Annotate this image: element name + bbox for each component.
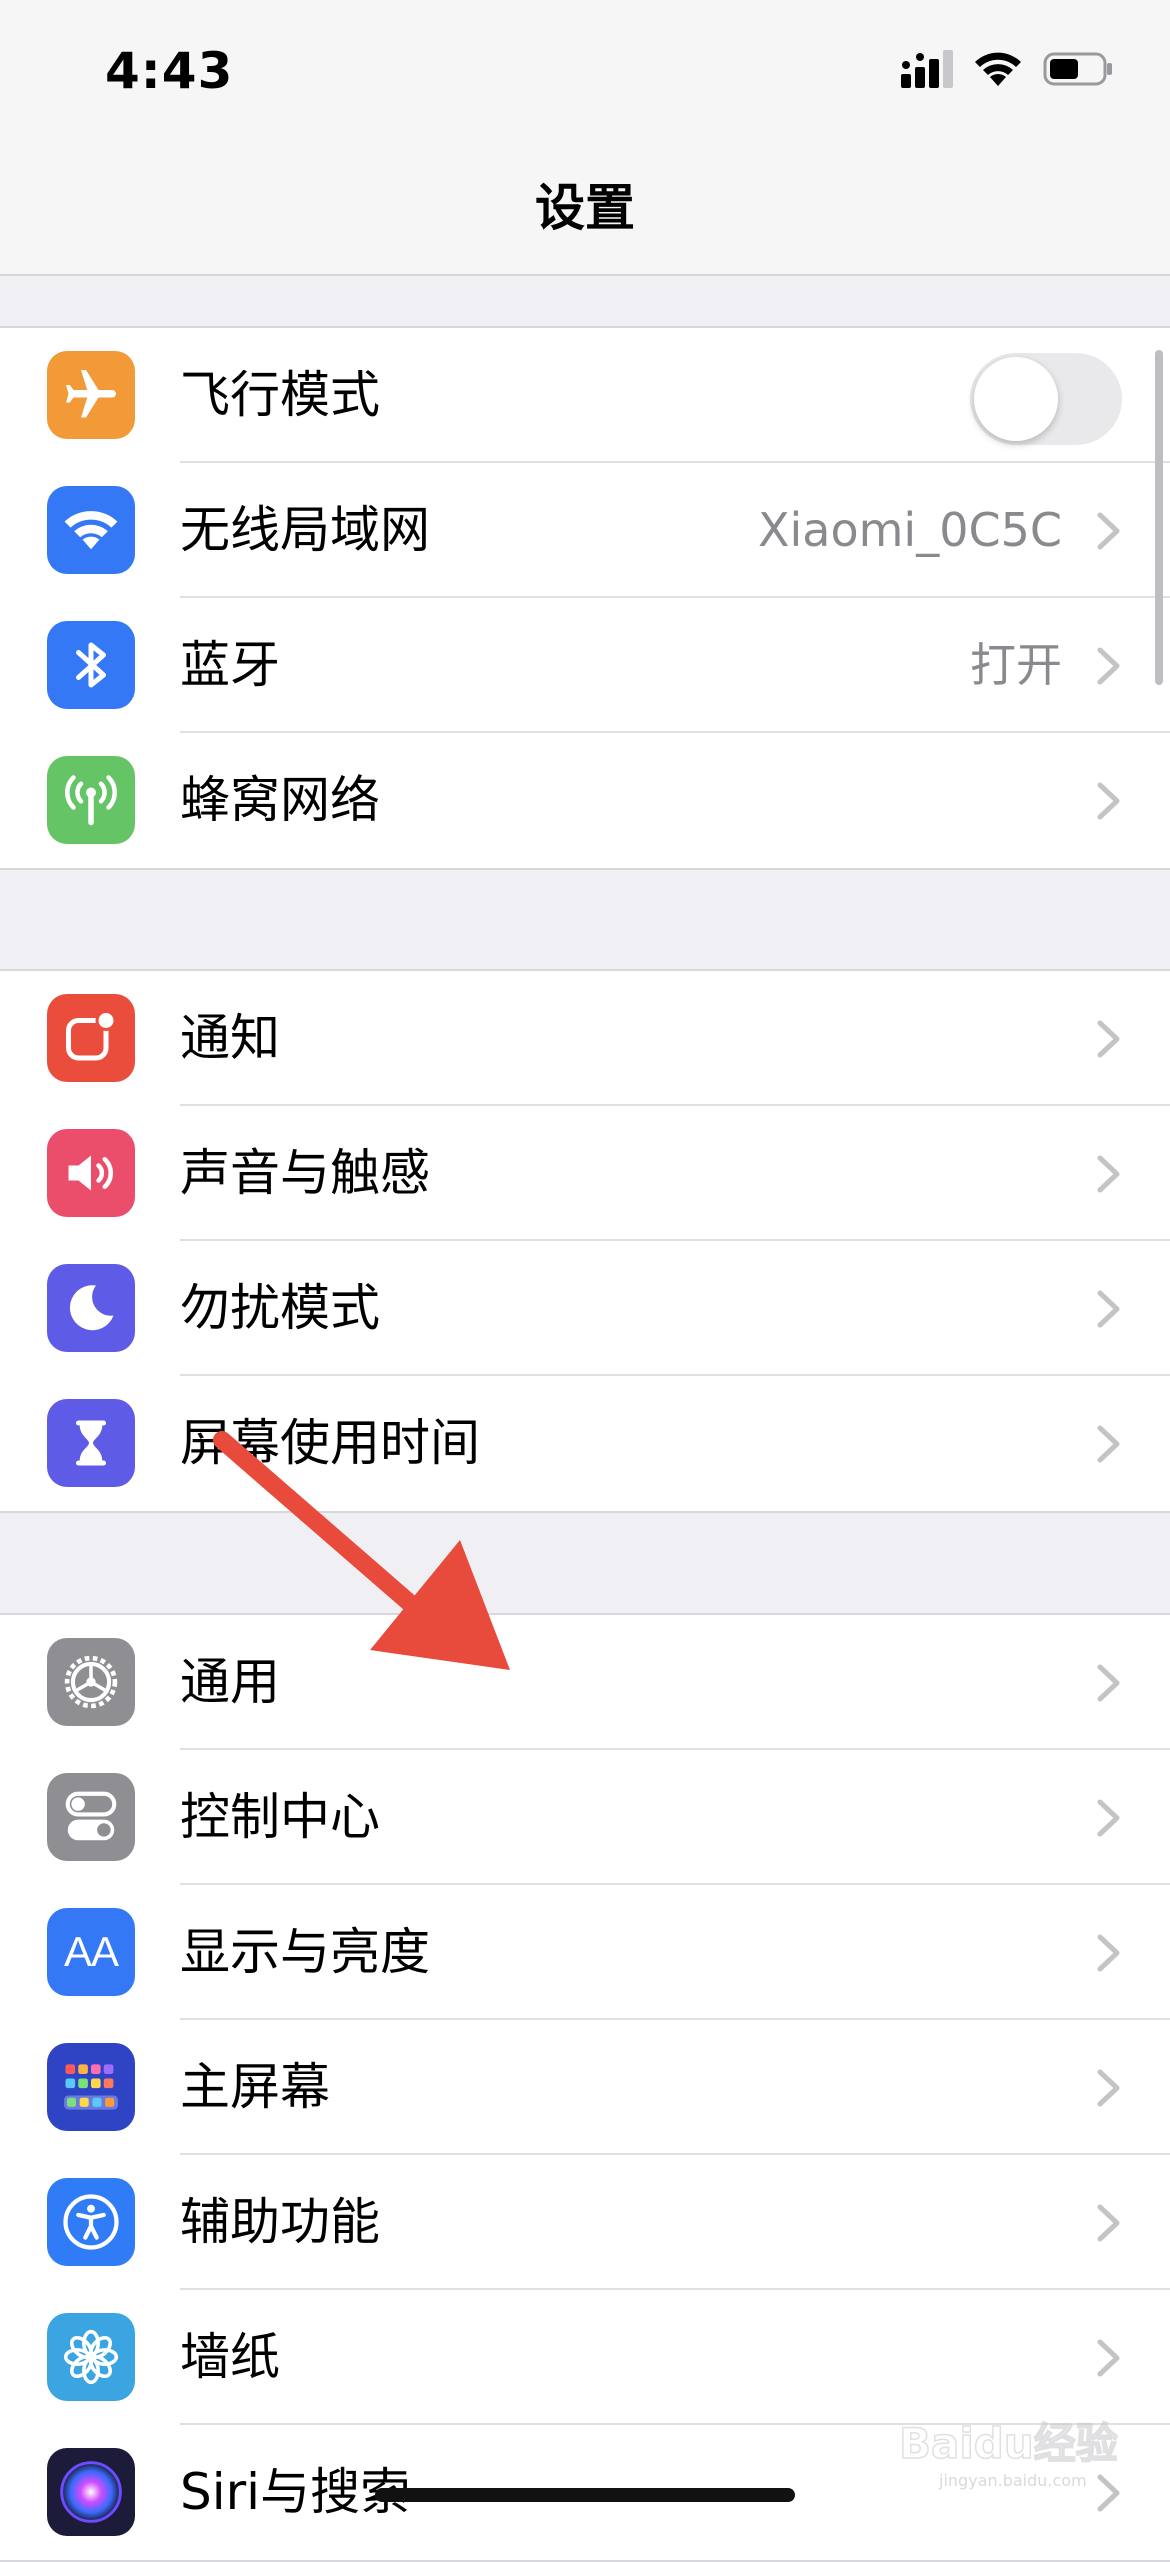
wifi-icon <box>47 486 135 574</box>
wifi-network-name: Xiaomi_0C5C <box>758 503 1062 557</box>
settings-row-wallpaper[interactable]: 墙纸 <box>0 2290 1170 2425</box>
speaker-icon <box>47 1129 135 1217</box>
settings-row-do-not-disturb[interactable]: 勿扰模式 <box>0 1241 1170 1376</box>
gear-icon <box>47 1638 135 1726</box>
row-label: 蓝牙 <box>180 636 280 694</box>
cellular-signal-icon <box>901 50 953 88</box>
hourglass-icon <box>47 1399 135 1487</box>
status-time: 4:43 <box>105 42 234 100</box>
chevron-right-icon <box>1097 1020 1120 1058</box>
page-title: 设置 <box>535 179 635 237</box>
notifications-icon <box>47 994 135 1082</box>
flower-icon <box>47 2313 135 2401</box>
row-label: 显示与亮度 <box>180 1923 430 1981</box>
row-label: 声音与触感 <box>180 1144 430 1202</box>
baidu-watermark: Baidu经验 jingyan.baidu.com <box>898 2418 1118 2490</box>
bluetooth-status: 打开 <box>970 638 1062 692</box>
chevron-right-icon <box>1097 1425 1120 1463</box>
settings-row-sounds-haptics[interactable]: 声音与触感 <box>0 1106 1170 1241</box>
home-screen-icon <box>47 2043 135 2131</box>
row-label: 勿扰模式 <box>180 1279 380 1337</box>
row-label: 主屏幕 <box>180 2058 330 2116</box>
settings-row-control-center[interactable]: 控制中心 <box>0 1750 1170 1885</box>
chevron-right-icon <box>1097 1155 1120 1193</box>
settings-row-screen-time[interactable]: 屏幕使用时间 <box>0 1376 1170 1511</box>
bluetooth-icon <box>47 621 135 709</box>
accessibility-icon <box>47 2178 135 2266</box>
settings-row-notifications[interactable]: 通知 <box>0 971 1170 1106</box>
status-icons <box>901 50 1115 88</box>
chevron-right-icon <box>1097 1934 1120 1972</box>
row-label: 通用 <box>180 1653 280 1711</box>
settings-group-notifications: 通知 声音与触感 勿扰模式 屏幕使用时间 <box>0 969 1170 1513</box>
chevron-right-icon <box>1097 2069 1120 2107</box>
row-label: 辅助功能 <box>180 2193 380 2251</box>
status-bar: 4:43 <box>0 0 1170 140</box>
text-size-glyph: AA <box>63 1928 119 1975</box>
settings-row-home-screen[interactable]: 主屏幕 <box>0 2020 1170 2155</box>
airplane-icon <box>47 351 135 439</box>
chevron-right-icon <box>1097 2339 1120 2377</box>
navigation-bar: 设置 <box>0 140 1170 276</box>
moon-icon <box>47 1264 135 1352</box>
settings-row-display-brightness[interactable]: AA 显示与亮度 <box>0 1885 1170 2020</box>
home-indicator[interactable] <box>375 2488 795 2502</box>
chevron-right-icon <box>1097 1799 1120 1837</box>
row-label: 飞行模式 <box>180 366 380 424</box>
scroll-indicator[interactable] <box>1155 350 1163 685</box>
chevron-right-icon <box>1097 512 1120 550</box>
chevron-right-icon <box>1097 1290 1120 1328</box>
wifi-status-icon <box>975 52 1021 86</box>
cellular-antenna-icon <box>47 756 135 844</box>
text-size-icon: AA <box>47 1908 135 1996</box>
siri-icon <box>47 2448 135 2536</box>
battery-icon <box>1043 52 1112 86</box>
watermark-text: Baidu经验 <box>899 2419 1118 2468</box>
settings-row-general[interactable]: 通用 <box>0 1615 1170 1750</box>
settings-row-airplane-mode: 飞行模式 <box>0 328 1170 463</box>
chevron-right-icon <box>1097 1664 1120 1702</box>
row-label: 控制中心 <box>180 1788 380 1846</box>
row-label: 蜂窝网络 <box>180 771 380 829</box>
chevron-right-icon <box>1097 2204 1120 2242</box>
row-label: 墙纸 <box>180 2328 280 2386</box>
settings-group-connectivity: 飞行模式 无线局域网 Xiaomi_0C5C 蓝牙 打开 蜂窝网络 <box>0 326 1170 870</box>
settings-row-wifi[interactable]: 无线局域网 Xiaomi_0C5C <box>0 463 1170 598</box>
settings-row-cellular[interactable]: 蜂窝网络 <box>0 733 1170 868</box>
row-label: 通知 <box>180 1009 280 1067</box>
toggle-knob <box>974 357 1058 441</box>
settings-row-bluetooth[interactable]: 蓝牙 打开 <box>0 598 1170 733</box>
row-label: 屏幕使用时间 <box>180 1414 480 1472</box>
chevron-right-icon <box>1097 647 1120 685</box>
settings-row-accessibility[interactable]: 辅助功能 <box>0 2155 1170 2290</box>
chevron-right-icon <box>1097 782 1120 820</box>
row-label: 无线局域网 <box>180 501 430 559</box>
watermark-url: jingyan.baidu.com <box>938 2471 1087 2490</box>
toggles-icon <box>47 1773 135 1861</box>
airplane-mode-toggle[interactable] <box>970 353 1122 445</box>
